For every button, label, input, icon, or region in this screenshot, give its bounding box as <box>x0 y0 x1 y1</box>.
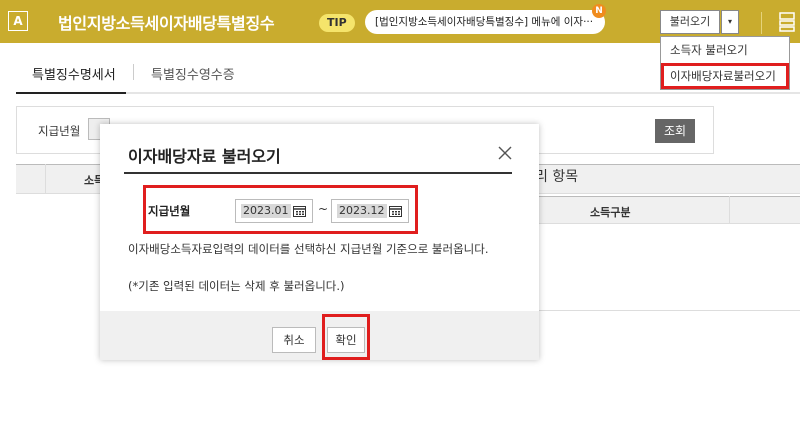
load-button[interactable]: 불러오기 <box>660 10 720 34</box>
menu-item-load-interest-dividend[interactable]: 이자배당자료불러오기 <box>661 63 789 89</box>
dialog-description: 이자배당소득자료입력의 데이터를 선택하신 지급년월 기준으로 불러옵니다. <box>128 242 489 256</box>
app-logo: A <box>8 11 28 31</box>
grid-column-divider <box>729 196 730 224</box>
dialog-title: 이자배당자료 불러오기 <box>128 147 281 166</box>
search-button[interactable]: 조회 <box>655 119 695 143</box>
grid-column-divider <box>45 164 46 194</box>
menu-list-icon[interactable] <box>778 12 796 32</box>
tip-message[interactable]: [법인지방소득세이자배당특별징수] 메뉴에 이자··· <box>365 10 605 34</box>
close-icon[interactable] <box>496 144 514 162</box>
tab-withholding-receipt[interactable]: 특별징수영수증 <box>151 64 235 83</box>
menu-item-load-earner[interactable]: 소득자 불러오기 <box>661 37 789 63</box>
confirm-button[interactable]: 확인 <box>327 327 365 353</box>
date-to-value: 2023.12 <box>337 204 387 218</box>
new-badge: N <box>592 4 606 18</box>
header-divider <box>761 12 762 34</box>
date-range-separator: ~ <box>318 202 329 216</box>
tab-active-indicator <box>16 92 126 94</box>
dialog-title-divider <box>124 172 512 174</box>
tab-underline <box>16 92 800 94</box>
calendar-icon[interactable] <box>293 205 306 217</box>
tab-withholding-statement[interactable]: 특별징수명세서 <box>32 64 116 83</box>
grid-header-income-type: 소득구분 <box>590 206 631 219</box>
date-from-value: 2023.01 <box>241 204 291 218</box>
cancel-button[interactable]: 취소 <box>272 327 316 353</box>
dialog-note: (*기존 입력된 데이터는 삭제 후 불러옵니다.) <box>128 279 345 293</box>
tip-badge: TIP <box>319 14 355 32</box>
grid-row-divider <box>535 310 800 311</box>
page-title: 법인지방소득세이자배당특별징수 <box>58 14 275 33</box>
dialog-footer <box>100 311 539 360</box>
date-range-label: 지급년월 <box>148 204 191 218</box>
search-date-label: 지급년월 <box>38 124 81 138</box>
calendar-icon[interactable] <box>389 205 402 217</box>
load-dropdown-menu: 소득자 불러오기 이자배당자료불러오기 <box>660 36 790 90</box>
chevron-down-icon[interactable]: ▾ <box>721 10 739 34</box>
date-to-input[interactable]: 2023.12 <box>331 199 409 223</box>
tab-divider <box>133 64 134 80</box>
side-grid-header <box>535 196 800 224</box>
section-title: 리 항목 <box>535 169 579 185</box>
date-from-input[interactable]: 2023.01 <box>235 199 313 223</box>
